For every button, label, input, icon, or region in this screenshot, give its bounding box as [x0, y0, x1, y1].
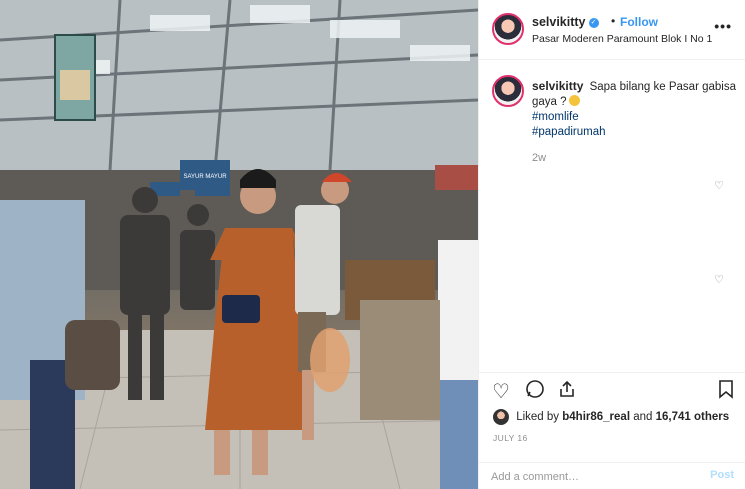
- post-photo[interactable]: SAYUR MAYUR: [0, 0, 478, 489]
- separator-dot: •: [611, 14, 616, 28]
- comment-box: Post: [479, 462, 745, 489]
- comment-icon[interactable]: [525, 379, 545, 405]
- liked-and: and: [633, 411, 653, 424]
- instagram-post: SAYUR MAYUR selvikitty ✓ • Follow Pasar …: [0, 0, 745, 489]
- market-scene: SAYUR MAYUR: [0, 0, 478, 489]
- laughing-emoji-icon: [568, 95, 580, 106]
- liker-avatar[interactable]: [493, 409, 509, 425]
- caption-username[interactable]: selvikitty: [532, 79, 583, 93]
- liked-user-link[interactable]: b4hir86_real: [562, 411, 630, 423]
- stall-sign-text: SAYUR MAYUR: [183, 174, 227, 180]
- liked-count-link[interactable]: 16,741 others: [656, 411, 730, 423]
- post-comment-button[interactable]: Post: [710, 469, 734, 481]
- caption-area: selvikitty Sapa bilang ke Pasar gabisa g…: [479, 61, 745, 371]
- verified-badge-icon: ✓: [588, 17, 599, 28]
- bookmark-icon[interactable]: [718, 379, 734, 405]
- post-sidebar: selvikitty ✓ • Follow Pasar Moderen Param…: [478, 0, 745, 489]
- comment-like-heart-icon[interactable]: ♡: [714, 179, 724, 192]
- action-bar: ♡ Liked by b4hir86_real and 16,741 other…: [479, 372, 745, 462]
- more-options-icon[interactable]: •••: [714, 18, 732, 34]
- comment-input[interactable]: [491, 469, 691, 485]
- location-link[interactable]: Pasar Moderen Paramount Blok I No 1: [532, 33, 712, 45]
- follow-button[interactable]: Follow: [620, 15, 658, 29]
- post-date: JULY 16: [493, 433, 528, 443]
- caption-avatar[interactable]: [492, 75, 524, 107]
- likes-summary: Liked by b4hir86_real and 16,741 others: [493, 409, 729, 425]
- like-heart-icon[interactable]: ♡: [492, 379, 510, 404]
- avatar[interactable]: [492, 13, 524, 45]
- post-header: selvikitty ✓ • Follow Pasar Moderen Param…: [479, 0, 745, 60]
- comment-like-heart-icon[interactable]: ♡: [714, 273, 724, 286]
- share-icon[interactable]: [557, 379, 577, 405]
- post-time: 2w: [532, 152, 547, 164]
- header-username[interactable]: selvikitty ✓: [532, 15, 599, 29]
- liked-prefix: Liked by: [516, 411, 560, 424]
- caption-text: selvikitty Sapa bilang ke Pasar gabisa g…: [532, 79, 737, 140]
- username-text[interactable]: selvikitty: [532, 15, 586, 29]
- hashtag-papadirumah[interactable]: #papadirumah: [532, 125, 737, 140]
- hashtag-momlife[interactable]: #momlife: [532, 110, 737, 125]
